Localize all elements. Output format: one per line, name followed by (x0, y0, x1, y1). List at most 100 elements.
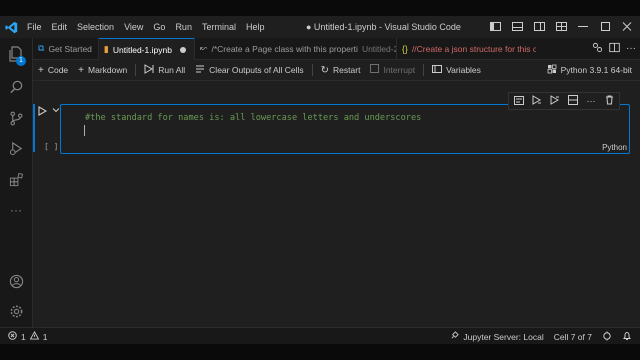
menu-go[interactable]: Go (148, 22, 170, 32)
run-all-label: Run All (158, 65, 186, 75)
minimize-icon[interactable] (576, 22, 590, 33)
layout-customize-icon[interactable] (532, 21, 546, 33)
tab-description: Untitled-2 (361, 43, 397, 54)
maximize-icon[interactable] (598, 21, 612, 33)
variables-icon (432, 64, 443, 77)
window-title: ● Untitled-1.ipynb - Visual Studio Code (306, 22, 461, 32)
split-editor-icon[interactable] (609, 42, 620, 55)
code-icon: ↜ (199, 43, 208, 53)
feedback-icon[interactable] (602, 331, 612, 343)
clear-outputs-label: Clear Outputs of All Cells (209, 65, 304, 75)
menu-view[interactable]: View (119, 22, 148, 32)
execute-above-icon[interactable] (531, 95, 543, 107)
menu-selection[interactable]: Selection (72, 22, 119, 32)
layout-sidebar-icon[interactable] (488, 21, 502, 33)
extensions-icon[interactable] (6, 169, 26, 189)
vscode-icon: ⧉ (38, 43, 45, 53)
notebook-icon: ▮ (103, 44, 109, 54)
run-cell-icon[interactable] (38, 106, 48, 119)
kernel-picker[interactable]: Python 3.9.1 64-bit (547, 60, 632, 80)
toolbar-divider (311, 64, 313, 76)
code-line: #the standard for names is: all lowercas… (85, 113, 422, 123)
layout-panel-icon[interactable] (510, 21, 524, 33)
menu-run[interactable]: Run (170, 22, 197, 32)
screen-top-margin (0, 0, 640, 16)
tab-json-structure[interactable]: {} //Create a json structure for this c (397, 38, 536, 59)
notifications-bell-icon[interactable] (622, 331, 632, 343)
compare-icon[interactable] (592, 42, 603, 55)
toolbar-divider (423, 64, 425, 76)
close-icon[interactable] (620, 21, 634, 33)
restart-icon: ↻ (320, 64, 330, 76)
error-count: 1 (21, 331, 26, 342)
jupyter-server-status[interactable]: Jupyter Server: Local (450, 331, 544, 342)
run-debug-icon[interactable] (6, 138, 26, 158)
menu-file[interactable]: File (22, 22, 47, 32)
tab-label: /*Create a Page class with this properti (211, 43, 358, 54)
variables-label: Variables (446, 65, 481, 75)
warning-icon (29, 330, 40, 342)
braces-icon: {} (401, 43, 408, 54)
cell-language[interactable]: Python (602, 143, 627, 152)
execution-count: [ ] (44, 142, 59, 151)
plus-icon: + (38, 64, 44, 76)
interrupt-kernel-button[interactable]: Interrupt (365, 60, 420, 80)
add-code-cell-button[interactable]: + Code (33, 60, 73, 80)
delete-cell-icon[interactable] (603, 95, 615, 107)
activity-bar: 1 ··· (0, 38, 33, 327)
menu-edit[interactable]: Edit (47, 22, 73, 32)
status-right: Jupyter Server: Local Cell 7 of 7 (450, 328, 632, 345)
tab-get-started[interactable]: ⧉ Get Started (33, 38, 99, 59)
menu-help[interactable]: Help (241, 22, 270, 32)
tab-untitled-2[interactable]: ↜ /*Create a Page class with this proper… (195, 38, 397, 59)
menu-terminal[interactable]: Terminal (197, 22, 241, 32)
settings-gear-icon[interactable] (6, 301, 26, 321)
cell-more-actions-icon[interactable]: ··· (585, 96, 597, 106)
notebook-toolbar: + Code + Markdown Run All Clear Outputs … (33, 60, 640, 81)
error-icon (8, 331, 17, 342)
cell-toolbar: ··· (508, 92, 620, 110)
window-controls (488, 16, 634, 38)
execute-options-chevron-icon[interactable] (52, 106, 60, 116)
tab-untitled-1-ipynb[interactable]: ▮ Untitled-1.ipynb (98, 38, 195, 60)
add-markdown-cell-button[interactable]: + Markdown (73, 60, 132, 80)
clear-outputs-button[interactable]: Clear Outputs of All Cells (190, 60, 308, 80)
layout-grid-icon[interactable] (554, 21, 568, 33)
run-all-button[interactable]: Run All (139, 60, 190, 80)
toolbar-divider (135, 64, 137, 76)
plug-icon (450, 331, 460, 342)
tab-actions: ··· (588, 38, 636, 59)
more-views-icon[interactable]: ··· (6, 200, 26, 220)
restart-kernel-button[interactable]: ↻ Restart (316, 60, 366, 80)
code-cell-editor[interactable]: #the standard for names is: all lowercas… (60, 104, 630, 154)
add-markdown-label: Markdown (88, 65, 128, 75)
cell-focus-indicator (33, 104, 35, 152)
restart-label: Restart (333, 65, 361, 75)
cell-position[interactable]: Cell 7 of 7 (554, 332, 592, 342)
warning-count: 1 (42, 331, 48, 342)
menu-bar: File Edit Selection View Go Run Terminal… (22, 22, 269, 32)
kernel-icon (547, 64, 557, 76)
unsaved-dot-icon[interactable] (179, 46, 186, 53)
run-all-icon (144, 63, 154, 77)
split-cell-icon[interactable] (567, 95, 579, 107)
text-cursor (84, 125, 85, 136)
variables-button[interactable]: Variables (427, 60, 486, 80)
screen-bottom-margin (0, 344, 640, 360)
run-by-line-icon[interactable] (513, 95, 525, 107)
kernel-label: Python 3.9.1 64-bit (560, 65, 632, 75)
editor-scrollbar[interactable] (633, 81, 640, 327)
vscode-logo-icon (0, 16, 22, 38)
more-actions-icon[interactable]: ··· (626, 43, 636, 54)
status-bar: 1 1 Jupyter Server: Local Cell 7 of 7 (0, 327, 640, 345)
execute-below-icon[interactable] (549, 95, 561, 107)
account-icon[interactable] (6, 271, 26, 291)
clear-all-icon (195, 64, 205, 77)
title-bar: File Edit Selection View Go Run Terminal… (0, 16, 640, 38)
problems-indicator[interactable]: 1 1 (0, 330, 48, 342)
interrupt-label: Interrupt (383, 65, 416, 75)
search-icon[interactable] (6, 76, 26, 96)
add-code-label: Code (47, 65, 69, 75)
tab-label: Untitled-1.ipynb (112, 44, 172, 55)
source-control-icon[interactable] (6, 108, 26, 128)
